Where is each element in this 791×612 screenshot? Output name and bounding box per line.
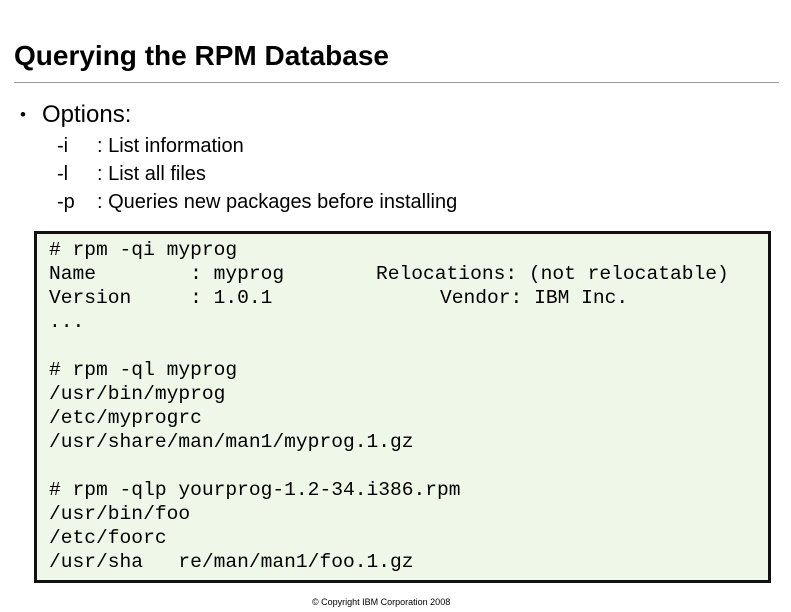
slide-title: Querying the RPM Database [14,40,389,71]
code-line: /usr/bin/myprog [49,383,226,405]
option-flag-i: -i [57,135,69,157]
code-line: /usr/sha re/man/man1/foo.1.gz [49,551,414,573]
code-line: # rpm -qlp yourprog-1.2-34.i386.rpm [49,479,461,501]
option-flag-p: -p [57,191,75,213]
code-line: Relocations: (not relocatable) [376,263,729,285]
options-heading: Options: [42,101,132,128]
code-line: /etc/myprogrc [49,407,202,429]
code-line: # rpm -ql myprog [49,359,238,381]
bullet-icon: • [20,105,26,124]
option-desc-l: : List all files [97,163,206,185]
code-line: /usr/share/man/man1/myprog.1.gz [49,431,414,453]
code-line: Version : 1.0.1 [49,287,273,309]
code-line: ... [49,311,85,333]
code-line: Name : myprog [49,263,285,285]
option-flag-l: -l [57,163,69,185]
code-line: /usr/bin/foo [49,503,191,525]
code-line: /etc/foorc [49,527,167,549]
code-line: Vendor: IBM Inc. [440,287,629,309]
option-desc-i: : List information [97,135,244,157]
code-line: # rpm -qi myprog [49,239,238,261]
copyright-footer: © Copyright IBM Corporation 2008 [312,597,451,607]
code-example-box: # rpm -qi myprog Name : myprog Relocatio… [34,231,771,583]
title-divider [14,82,779,83]
option-desc-p: : Queries new packages before installing [97,191,458,213]
